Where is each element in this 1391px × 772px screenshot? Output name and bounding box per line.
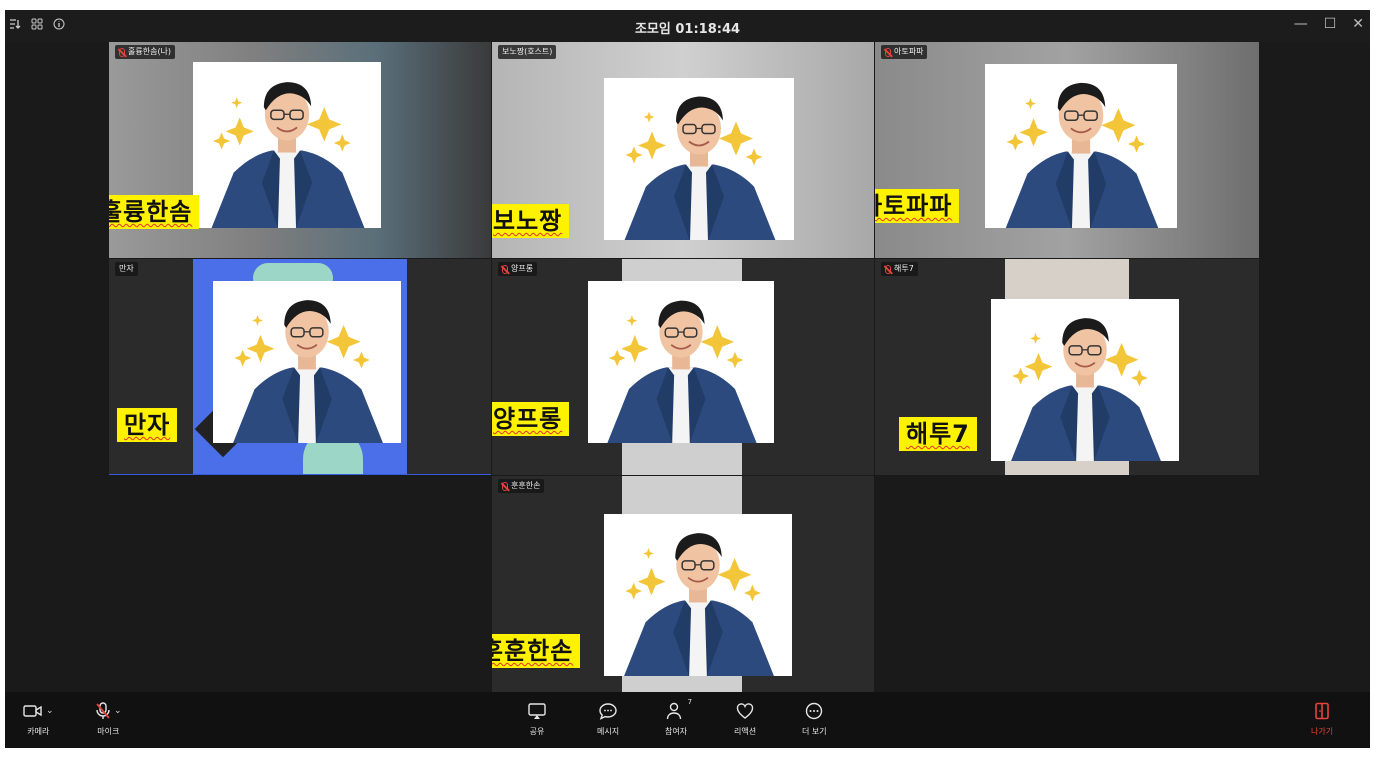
camera-label: 카메라 <box>27 727 50 736</box>
participant-name-label: 아토파파 <box>894 47 924 56</box>
window-controls: — ☐ ✕ <box>1294 16 1364 32</box>
mic-label: 마이크 <box>97 727 120 736</box>
nameplate-text: 해투7 <box>906 420 970 448</box>
participant-name-label: 보노짱(호스트) <box>502 47 553 56</box>
participant-badge: 보노짱(호스트) <box>498 45 557 59</box>
nameplate-sign: 훌륭한솜 <box>109 195 200 229</box>
participants-button[interactable]: 7 참여자 <box>665 698 692 737</box>
video-tile-1[interactable]: 훌륭한솜(나) 훌륭한솜 <box>109 42 491 258</box>
participant-photo <box>193 62 381 228</box>
leave-label: 나가기 <box>1311 727 1334 736</box>
chevron-down-icon[interactable]: ⌄ <box>46 706 54 716</box>
participants-icon <box>666 702 682 720</box>
participant-photo <box>213 281 401 443</box>
participant-photo <box>985 64 1177 228</box>
participant-photo <box>604 78 794 240</box>
video-tile-2[interactable]: 보노짱(호스트) 보노짱 <box>492 42 874 258</box>
mic-muted-icon <box>96 702 110 719</box>
mic-muted-icon <box>119 47 125 57</box>
participant-badge: 만자 <box>115 262 138 276</box>
mic-muted-icon <box>885 47 891 57</box>
chevron-down-icon[interactable]: ⌄ <box>114 706 122 716</box>
more-icon <box>806 702 823 720</box>
mic-muted-icon <box>502 264 508 274</box>
video-tile-6[interactable]: 해투7 해투7 <box>875 259 1259 475</box>
video-tile-4[interactable]: 만자 만자 <box>109 259 491 475</box>
nameplate-sign: 해투7 <box>899 417 977 451</box>
nameplate-sign: 만자 <box>117 408 178 442</box>
mic-muted-icon <box>502 481 508 491</box>
nameplate-sign: 양프롱 <box>492 402 570 436</box>
chat-icon <box>599 703 617 720</box>
nameplate-text: 훈훈한손 <box>492 637 574 665</box>
microphone-button[interactable]: ⌄ 마이크 <box>95 700 122 737</box>
participant-name-label: 양프롱 <box>511 264 534 273</box>
participant-badge: 아토파파 <box>881 45 928 59</box>
participant-photo <box>991 299 1179 461</box>
nameplate-sign: 훈훈한손 <box>492 634 581 668</box>
heart-icon <box>736 703 754 719</box>
meeting-toolbar: ⌄ 카메라 ⌄ 마이크 공유 메시지 7 참여자 리액션 더 보기 나가기 <box>5 692 1370 748</box>
participant-photo <box>604 514 792 676</box>
participant-badge: 훈훈한손 <box>498 479 545 493</box>
reaction-label: 리액션 <box>734 727 757 736</box>
maximize-button[interactable]: ☐ <box>1324 16 1337 32</box>
video-tile-5[interactable]: 양프롱 양프롱 <box>492 259 874 475</box>
nameplate-text: 만자 <box>124 411 171 439</box>
camera-icon <box>23 705 42 717</box>
participant-photo <box>588 281 774 443</box>
minimize-button[interactable]: — <box>1294 16 1308 32</box>
participants-label: 참여자 <box>665 727 688 736</box>
nameplate-sign: 보노짱 <box>492 204 570 238</box>
message-button[interactable]: 메시지 <box>597 700 619 737</box>
leave-door-icon <box>1315 702 1329 720</box>
participants-count: 7 <box>687 698 693 706</box>
participant-badge: 해투7 <box>881 262 918 276</box>
nameplate-text: 보노짱 <box>493 207 563 235</box>
participant-name-label: 만자 <box>119 264 134 273</box>
mic-muted-icon <box>885 264 891 274</box>
nameplate-text: 아토파파 <box>875 192 953 220</box>
camera-button[interactable]: ⌄ 카메라 <box>23 700 54 737</box>
video-tile-3[interactable]: 아토파파 아토파파 <box>875 42 1259 258</box>
more-label: 더 보기 <box>802 727 827 736</box>
share-label: 공유 <box>529 727 545 736</box>
share-button[interactable]: 공유 <box>528 700 546 737</box>
nameplate-sign: 아토파파 <box>875 189 960 223</box>
participant-name-label: 해투7 <box>894 264 914 273</box>
participant-badge: 훌륭한솜(나) <box>115 45 176 59</box>
more-button[interactable]: 더 보기 <box>802 700 827 737</box>
share-screen-icon <box>528 703 546 719</box>
meeting-title: 조모임 01:18:44 <box>634 22 741 37</box>
title-bar: 조모임 01:18:44 — ☐ ✕ <box>5 10 1370 42</box>
participant-badge: 양프롱 <box>498 262 538 276</box>
video-tile-7[interactable]: 훈훈한손 훈훈한손 <box>492 476 874 692</box>
participant-name-label: 훈훈한손 <box>511 481 541 490</box>
reaction-button[interactable]: 리액션 <box>734 700 756 737</box>
participant-name-label: 훌륭한솜(나) <box>128 47 172 56</box>
leave-button[interactable]: 나가기 <box>1311 700 1333 737</box>
meeting-window: 조모임 01:18:44 — ☐ ✕ 훌륭한솜(나) 훌륭한솜 보노짱(호스트)… <box>5 10 1370 748</box>
message-label: 메시지 <box>597 727 620 736</box>
nameplate-text: 훌륭한솜 <box>109 198 193 226</box>
nameplate-text: 양프롱 <box>493 405 563 433</box>
close-button[interactable]: ✕ <box>1352 16 1364 32</box>
